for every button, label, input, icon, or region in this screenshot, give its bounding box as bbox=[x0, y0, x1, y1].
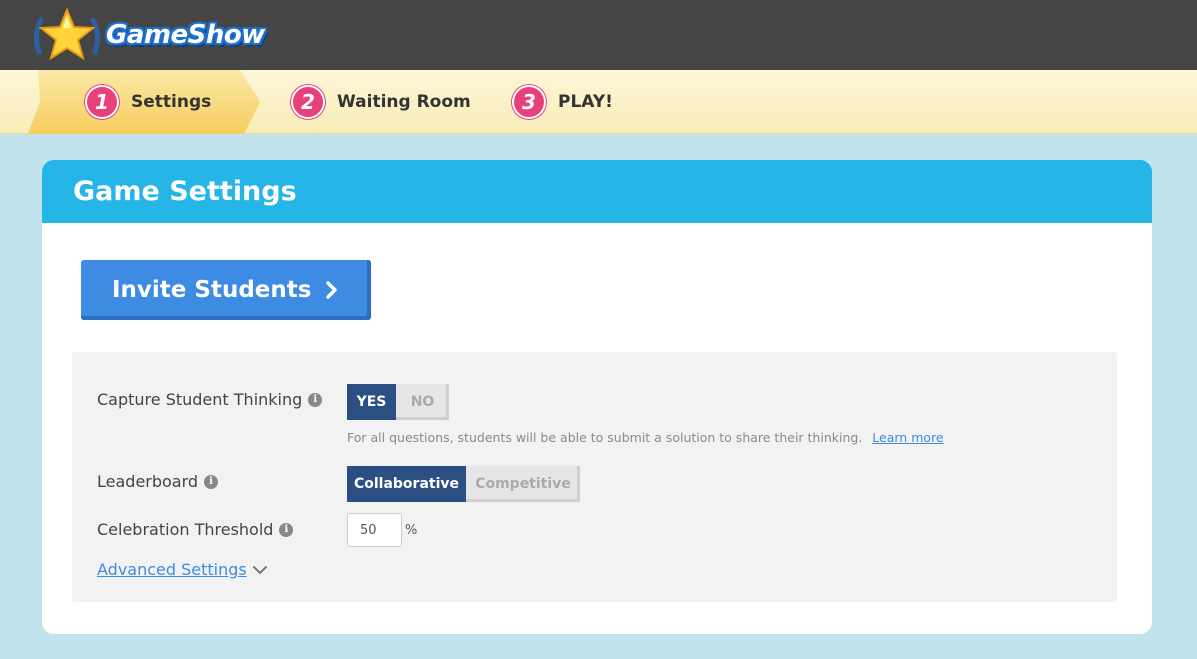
invite-students-label: Invite Students bbox=[112, 277, 312, 303]
progress-stepper: 1 Settings 2 Waiting Room 3 PLAY! bbox=[0, 70, 1197, 134]
capture-thinking-text: Capture Student Thinking bbox=[97, 390, 303, 409]
celebration-threshold-input[interactable] bbox=[347, 513, 402, 547]
step-play[interactable]: 3 PLAY! bbox=[512, 70, 613, 134]
step-label: PLAY! bbox=[558, 92, 613, 112]
capture-yes-option[interactable]: YES bbox=[347, 384, 396, 420]
info-icon[interactable]: i bbox=[204, 474, 219, 489]
settings-panel: Capture Student Thinking i YES NO For al… bbox=[72, 352, 1117, 602]
step-waiting-room[interactable]: 2 Waiting Room bbox=[291, 70, 471, 134]
leaderboard-competitive-option[interactable]: Competitive bbox=[466, 466, 580, 502]
card-header: Game Settings bbox=[42, 160, 1152, 223]
step-label: Waiting Room bbox=[337, 92, 471, 112]
leaderboard-text: Leaderboard bbox=[97, 472, 199, 491]
celebration-threshold-text: Celebration Threshold bbox=[97, 520, 274, 539]
info-icon[interactable]: i bbox=[308, 392, 323, 407]
learn-more-link[interactable]: Learn more bbox=[872, 430, 943, 445]
advanced-settings-link[interactable]: Advanced Settings bbox=[97, 560, 269, 579]
capture-thinking-label: Capture Student Thinking i bbox=[97, 390, 323, 409]
chevron-right-icon bbox=[326, 281, 338, 299]
capture-help-text: For all questions, students will be able… bbox=[347, 430, 944, 445]
game-settings-card: Game Settings Invite Students Capture St… bbox=[42, 160, 1152, 634]
info-icon[interactable]: i bbox=[279, 522, 294, 537]
gameshow-logo[interactable]: GameShow bbox=[30, 6, 290, 64]
step-number-badge: 2 bbox=[291, 85, 325, 119]
step-number-badge: 3 bbox=[512, 85, 546, 119]
capture-help-body: For all questions, students will be able… bbox=[347, 430, 863, 445]
invite-students-button[interactable]: Invite Students bbox=[81, 260, 371, 320]
star-logo-icon bbox=[34, 7, 100, 61]
logo-text: GameShow bbox=[106, 20, 265, 50]
leaderboard-collaborative-option[interactable]: Collaborative bbox=[347, 466, 466, 502]
chevron-down-icon bbox=[252, 565, 267, 574]
card-title: Game Settings bbox=[73, 176, 297, 207]
step-label: Settings bbox=[131, 92, 212, 112]
advanced-settings-text: Advanced Settings bbox=[97, 560, 247, 579]
leaderboard-toggle: Collaborative Competitive bbox=[347, 466, 580, 502]
step-number-badge: 1 bbox=[85, 85, 119, 119]
celebration-threshold-label: Celebration Threshold i bbox=[97, 520, 294, 539]
top-bar: GameShow bbox=[0, 0, 1197, 70]
percent-unit: % bbox=[405, 523, 418, 538]
leaderboard-label: Leaderboard i bbox=[97, 472, 219, 491]
step-settings[interactable]: 1 Settings bbox=[85, 70, 211, 134]
capture-thinking-toggle: YES NO bbox=[347, 384, 449, 420]
capture-no-option[interactable]: NO bbox=[396, 384, 449, 420]
